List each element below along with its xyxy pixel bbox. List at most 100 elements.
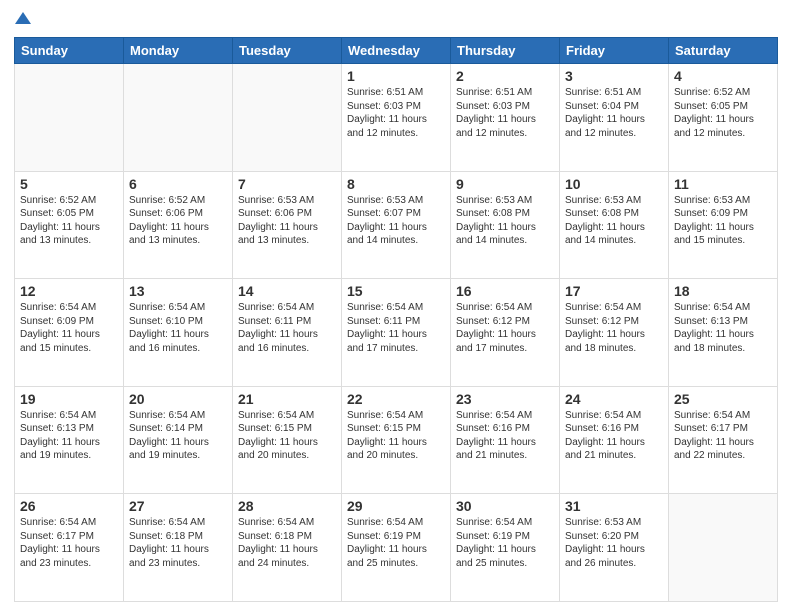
page: SundayMondayTuesdayWednesdayThursdayFrid…: [0, 0, 792, 612]
header: [14, 10, 778, 31]
day-info: Sunrise: 6:54 AMSunset: 6:13 PMDaylight:…: [20, 409, 118, 463]
day-info: Sunrise: 6:54 AMSunset: 6:13 PMDaylight:…: [674, 301, 772, 355]
calendar-cell: 24Sunrise: 6:54 AMSunset: 6:16 PMDayligh…: [560, 386, 669, 494]
day-info: Sunrise: 6:52 AMSunset: 6:05 PMDaylight:…: [20, 194, 118, 248]
day-info: Sunrise: 6:54 AMSunset: 6:16 PMDaylight:…: [456, 409, 554, 463]
day-info: Sunrise: 6:54 AMSunset: 6:14 PMDaylight:…: [129, 409, 227, 463]
calendar-cell: 16 Sunrise: 6:54 AMSunset: 6:12 PMDayligh…: [451, 279, 560, 387]
day-number: 6: [129, 176, 227, 192]
day-info: Sunrise: 6:54 AMSunset: 6:19 PMDaylight:…: [347, 516, 445, 570]
calendar-cell: 7Sunrise: 6:53 AMSunset: 6:06 PMDaylight…: [233, 171, 342, 279]
day-info: Sunrise: 6:54 AMSunset: 6:16 PMDaylight:…: [565, 409, 663, 463]
day-number: 29: [347, 498, 445, 514]
day-info: Sunrise: 6:53 AMSunset: 6:20 PMDaylight:…: [565, 516, 663, 570]
day-number: 20: [129, 391, 227, 407]
day-number: 22: [347, 391, 445, 407]
day-info: Sunrise: 6:53 AMSunset: 6:09 PMDaylight:…: [674, 194, 772, 248]
calendar-table: SundayMondayTuesdayWednesdayThursdayFrid…: [14, 37, 778, 602]
day-number: 9: [456, 176, 554, 192]
calendar-cell: 30Sunrise: 6:54 AMSunset: 6:19 PMDayligh…: [451, 494, 560, 602]
day-number: 15: [347, 283, 445, 299]
calendar-cell: 20 Sunrise: 6:54 AMSunset: 6:14 PMDayligh…: [124, 386, 233, 494]
day-info: Sunrise: 6:51 AMSunset: 6:04 PMDaylight:…: [565, 86, 663, 140]
calendar-cell: [15, 64, 124, 172]
day-number: 5: [20, 176, 118, 192]
day-number: 28: [238, 498, 336, 514]
day-number: 4: [674, 68, 772, 84]
day-info: Sunrise: 6:53 AMSunset: 6:08 PMDaylight:…: [456, 194, 554, 248]
calendar-cell: 6Sunrise: 6:52 AMSunset: 6:06 PMDaylight…: [124, 171, 233, 279]
calendar-cell: [124, 64, 233, 172]
calendar-cell: 27 Sunrise: 6:54 AMSunset: 6:18 PMDayligh…: [124, 494, 233, 602]
day-number: 26: [20, 498, 118, 514]
day-info: Sunrise: 6:54 AMSunset: 6:12 PMDaylight:…: [565, 301, 663, 355]
calendar-day-header: Sunday: [15, 38, 124, 64]
day-number: 16: [456, 283, 554, 299]
day-info: Sunrise: 6:54 AMSunset: 6:19 PMDaylight:…: [456, 516, 554, 570]
calendar-cell: 11 Sunrise: 6:53 AMSunset: 6:09 PMDayligh…: [669, 171, 778, 279]
calendar-day-header: Wednesday: [342, 38, 451, 64]
day-number: 31: [565, 498, 663, 514]
logo: [14, 10, 31, 31]
calendar-day-header: Friday: [560, 38, 669, 64]
calendar-cell: 2 Sunrise: 6:51 AMSunset: 6:03 PMDaylight…: [451, 64, 560, 172]
day-number: 11: [674, 176, 772, 192]
day-number: 3: [565, 68, 663, 84]
day-number: 27: [129, 498, 227, 514]
day-number: 12: [20, 283, 118, 299]
calendar-cell: [233, 64, 342, 172]
calendar-cell: [669, 494, 778, 602]
calendar-cell: 18Sunrise: 6:54 AMSunset: 6:13 PMDayligh…: [669, 279, 778, 387]
day-info: Sunrise: 6:51 AMSunset: 6:03 PMDaylight:…: [456, 86, 554, 140]
day-info: Sunrise: 6:54 AMSunset: 6:17 PMDaylight:…: [20, 516, 118, 570]
calendar-day-header: Thursday: [451, 38, 560, 64]
day-info: Sunrise: 6:54 AMSunset: 6:09 PMDaylight:…: [20, 301, 118, 355]
day-number: 19: [20, 391, 118, 407]
day-info: Sunrise: 6:52 AMSunset: 6:05 PMDaylight:…: [674, 86, 772, 140]
calendar-cell: 3 Sunrise: 6:51 AMSunset: 6:04 PMDaylight…: [560, 64, 669, 172]
calendar-cell: 5 Sunrise: 6:52 AMSunset: 6:05 PMDaylight…: [15, 171, 124, 279]
calendar-cell: 15 Sunrise: 6:54 AMSunset: 6:11 PMDayligh…: [342, 279, 451, 387]
calendar-day-header: Monday: [124, 38, 233, 64]
day-number: 23: [456, 391, 554, 407]
day-info: Sunrise: 6:54 AMSunset: 6:10 PMDaylight:…: [129, 301, 227, 355]
day-number: 8: [347, 176, 445, 192]
day-info: Sunrise: 6:54 AMSunset: 6:17 PMDaylight:…: [674, 409, 772, 463]
day-number: 17: [565, 283, 663, 299]
day-info: Sunrise: 6:53 AMSunset: 6:07 PMDaylight:…: [347, 194, 445, 248]
calendar-cell: 29 Sunrise: 6:54 AMSunset: 6:19 PMDayligh…: [342, 494, 451, 602]
calendar-cell: 21Sunrise: 6:54 AMSunset: 6:15 PMDayligh…: [233, 386, 342, 494]
calendar-cell: 28 Sunrise: 6:54 AMSunset: 6:18 PMDayligh…: [233, 494, 342, 602]
calendar-cell: 12 Sunrise: 6:54 AMSunset: 6:09 PMDayligh…: [15, 279, 124, 387]
day-info: Sunrise: 6:54 AMSunset: 6:11 PMDaylight:…: [238, 301, 336, 355]
day-info: Sunrise: 6:54 AMSunset: 6:18 PMDaylight:…: [238, 516, 336, 570]
day-number: 21: [238, 391, 336, 407]
calendar-cell: 17 Sunrise: 6:54 AMSunset: 6:12 PMDayligh…: [560, 279, 669, 387]
day-info: Sunrise: 6:54 AMSunset: 6:18 PMDaylight:…: [129, 516, 227, 570]
calendar-cell: 23 Sunrise: 6:54 AMSunset: 6:16 PMDayligh…: [451, 386, 560, 494]
day-info: Sunrise: 6:54 AMSunset: 6:12 PMDaylight:…: [456, 301, 554, 355]
day-number: 10: [565, 176, 663, 192]
day-info: Sunrise: 6:54 AMSunset: 6:11 PMDaylight:…: [347, 301, 445, 355]
day-number: 13: [129, 283, 227, 299]
calendar-cell: 31 Sunrise: 6:53 AMSunset: 6:20 PMDayligh…: [560, 494, 669, 602]
day-info: Sunrise: 6:53 AMSunset: 6:08 PMDaylight:…: [565, 194, 663, 248]
calendar-cell: 13 Sunrise: 6:54 AMSunset: 6:10 PMDayligh…: [124, 279, 233, 387]
day-number: 25: [674, 391, 772, 407]
calendar-cell: 19 Sunrise: 6:54 AMSunset: 6:13 PMDayligh…: [15, 386, 124, 494]
calendar-cell: 8 Sunrise: 6:53 AMSunset: 6:07 PMDaylight…: [342, 171, 451, 279]
calendar-cell: 4 Sunrise: 6:52 AMSunset: 6:05 PMDaylight…: [669, 64, 778, 172]
day-number: 1: [347, 68, 445, 84]
calendar-cell: 25 Sunrise: 6:54 AMSunset: 6:17 PMDayligh…: [669, 386, 778, 494]
calendar-cell: 26 Sunrise: 6:54 AMSunset: 6:17 PMDayligh…: [15, 494, 124, 602]
day-number: 2: [456, 68, 554, 84]
calendar-day-header: Tuesday: [233, 38, 342, 64]
day-info: Sunrise: 6:53 AMSunset: 6:06 PMDaylight:…: [238, 194, 336, 248]
calendar-day-header: Saturday: [669, 38, 778, 64]
day-info: Sunrise: 6:54 AMSunset: 6:15 PMDaylight:…: [347, 409, 445, 463]
calendar-cell: 1 Sunrise: 6:51 AMSunset: 6:03 PMDaylight…: [342, 64, 451, 172]
day-info: Sunrise: 6:51 AMSunset: 6:03 PMDaylight:…: [347, 86, 445, 140]
calendar-cell: 22 Sunrise: 6:54 AMSunset: 6:15 PMDayligh…: [342, 386, 451, 494]
calendar-cell: 10 Sunrise: 6:53 AMSunset: 6:08 PMDayligh…: [560, 171, 669, 279]
calendar-cell: 9 Sunrise: 6:53 AMSunset: 6:08 PMDaylight…: [451, 171, 560, 279]
